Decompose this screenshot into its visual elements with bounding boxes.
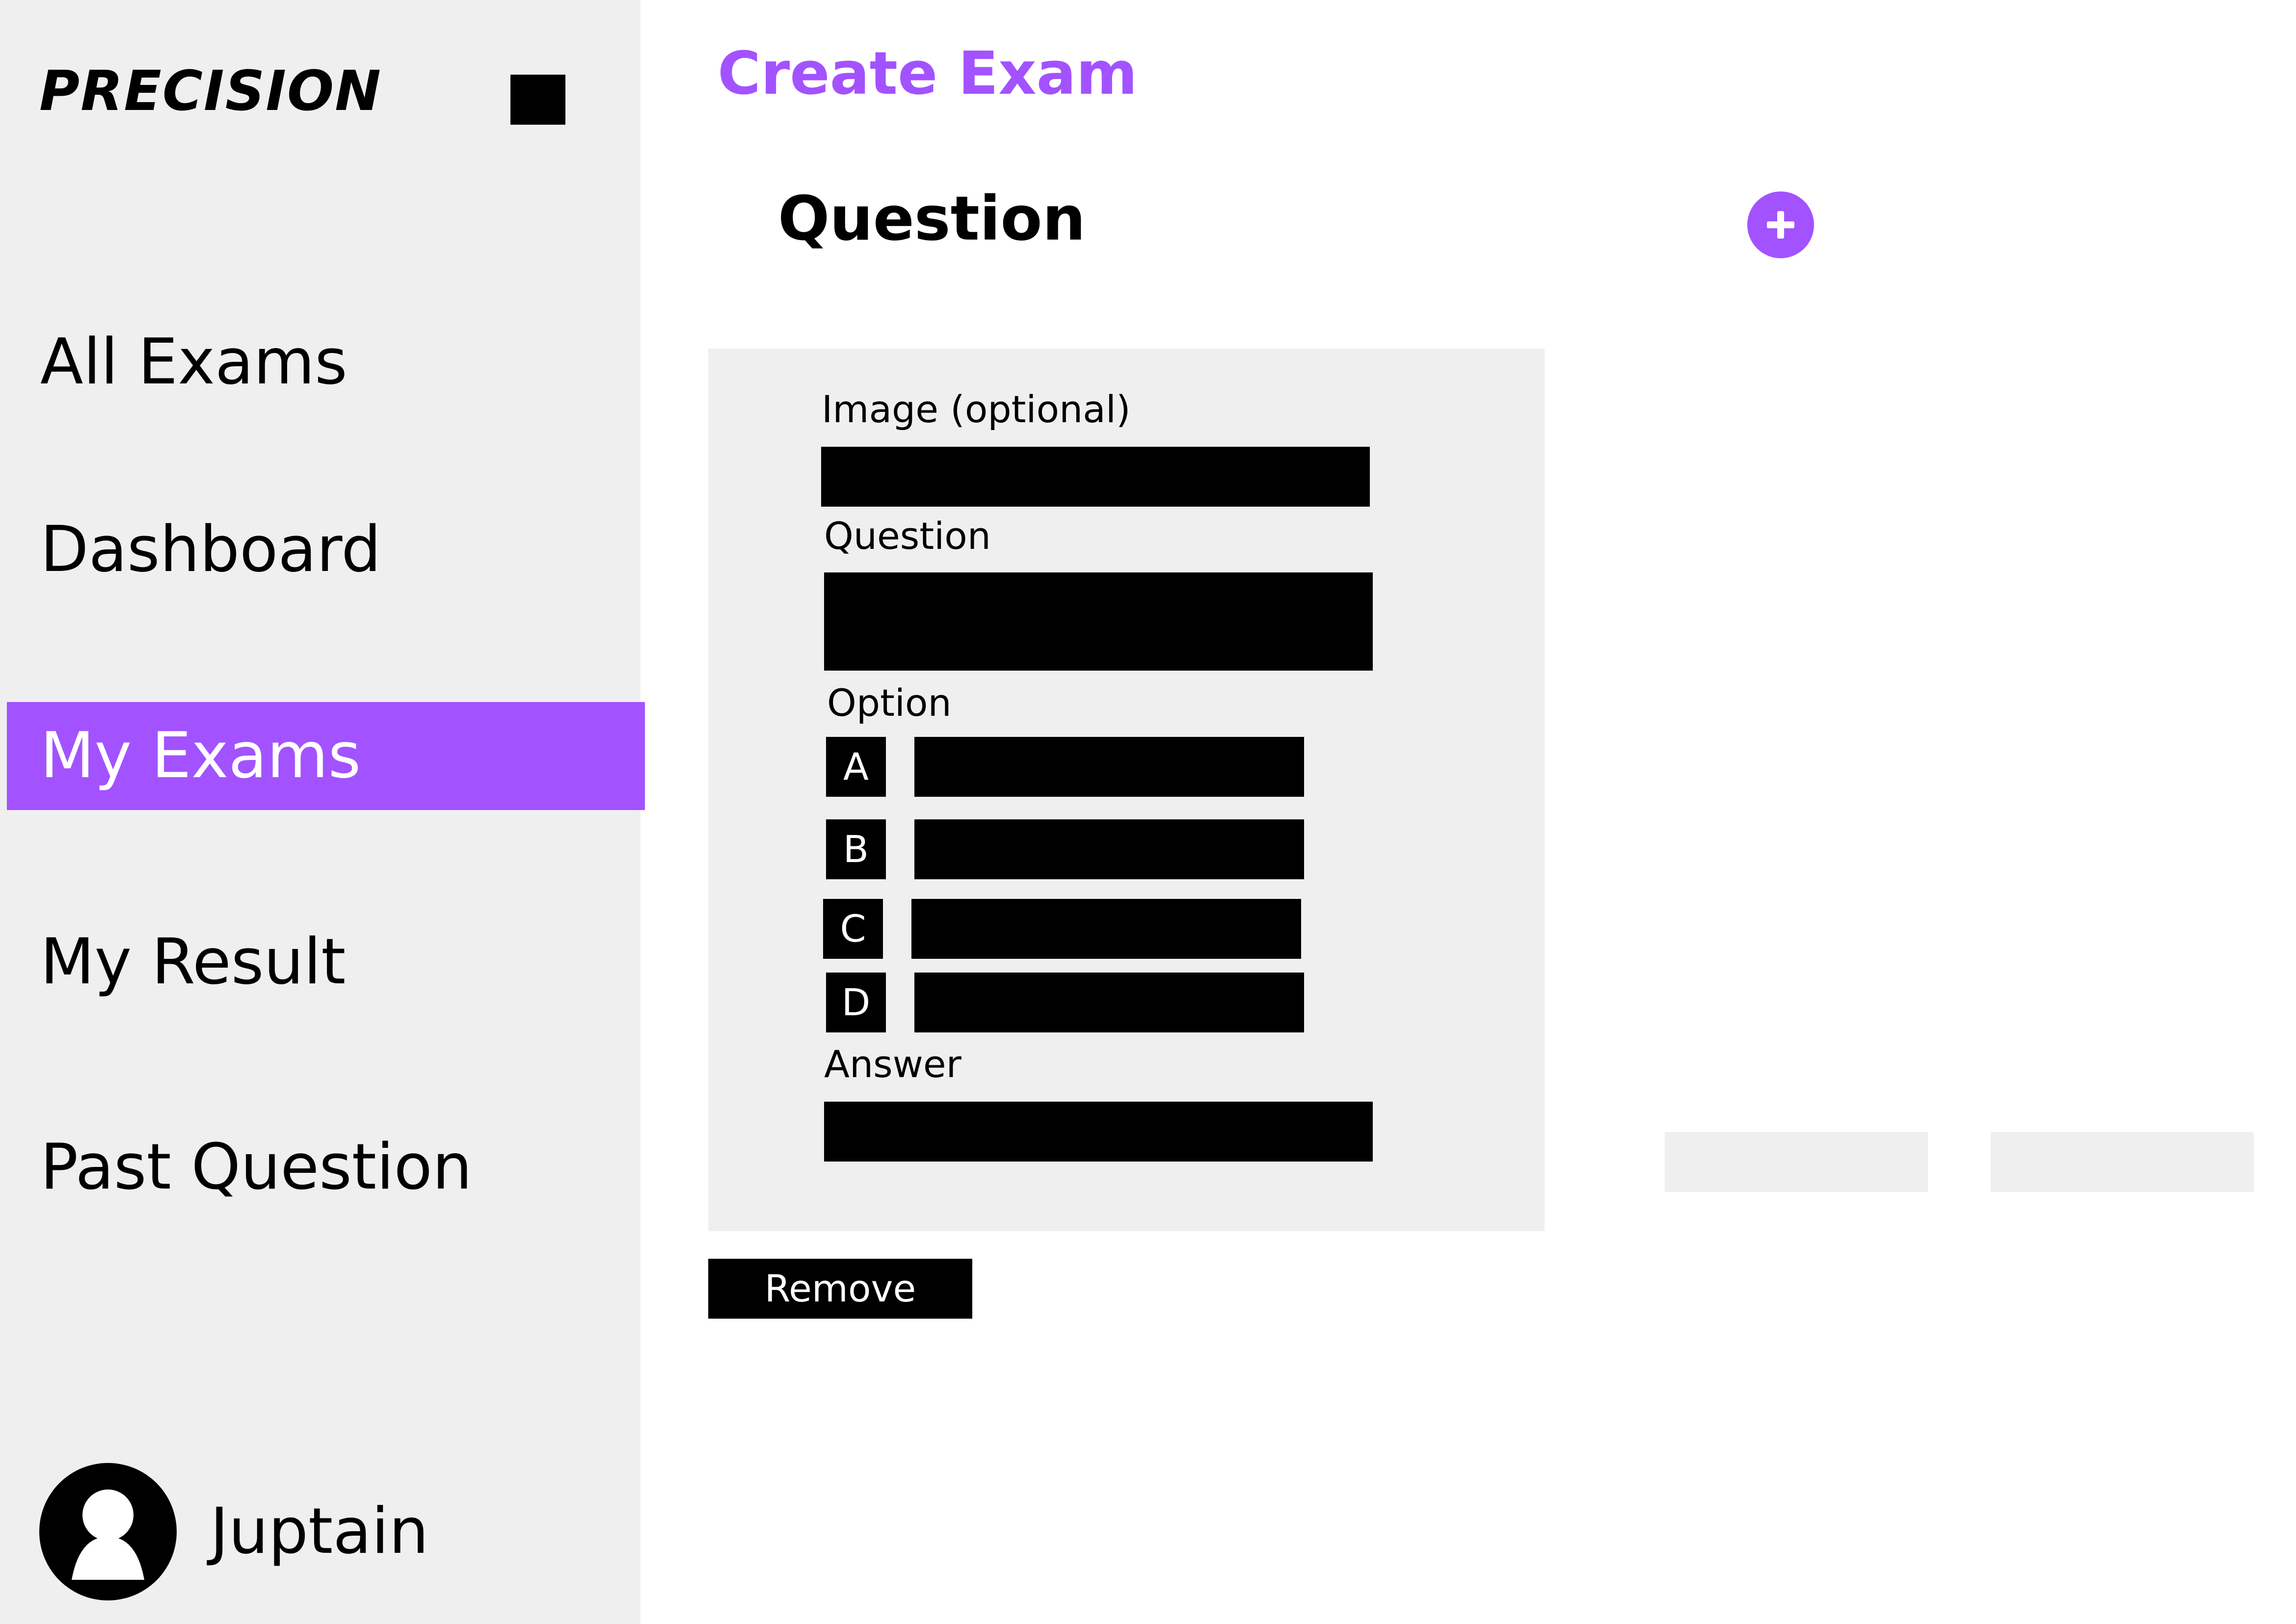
plus-circle-icon [1747,191,1814,258]
sidebar-item-dashboard[interactable]: Dashboard [0,496,641,604]
remove-button[interactable]: Remove [708,1259,972,1319]
page-title: Create Exam [718,40,1138,108]
add-question-button[interactable] [1747,191,1814,258]
section-title: Question [778,184,1086,254]
user-name: Juptain [210,1495,429,1568]
option-field-a[interactable] [914,737,1304,797]
question-label: Question [824,514,991,558]
option-letter-d: D [826,973,886,1032]
sidebar-item-my-result[interactable]: My Result [0,908,641,1016]
question-field[interactable] [824,572,1373,671]
answer-label: Answer [824,1042,961,1086]
sidebar-item-my-exams[interactable]: My Exams [7,702,645,810]
sidebar-item-past-question[interactable]: Past Question [0,1113,641,1221]
option-field-c[interactable] [911,899,1301,959]
square-menu-icon[interactable] [510,75,565,125]
option-field-b[interactable] [914,819,1304,879]
image-field[interactable] [821,447,1370,507]
option-letter-a: A [826,737,886,797]
brand-logo[interactable]: PRECISION [39,64,382,119]
option-letter-c: C [823,899,883,959]
placeholder-block-2 [1991,1132,2254,1192]
sidebar: PRECISION All Exams Dashboard My Exams M… [0,0,645,1624]
placeholder-block-1 [1665,1132,1928,1192]
image-label: Image (optional) [822,387,1131,431]
option-field-d[interactable] [914,973,1304,1032]
option-letter-b: B [826,819,886,879]
answer-field[interactable] [824,1102,1373,1162]
option-label: Option [827,681,952,725]
user-avatar-icon[interactable] [39,1463,177,1600]
question-card: Image (optional) Question Option A B C D… [708,349,1545,1231]
sidebar-item-all-exams[interactable]: All Exams [0,308,641,416]
